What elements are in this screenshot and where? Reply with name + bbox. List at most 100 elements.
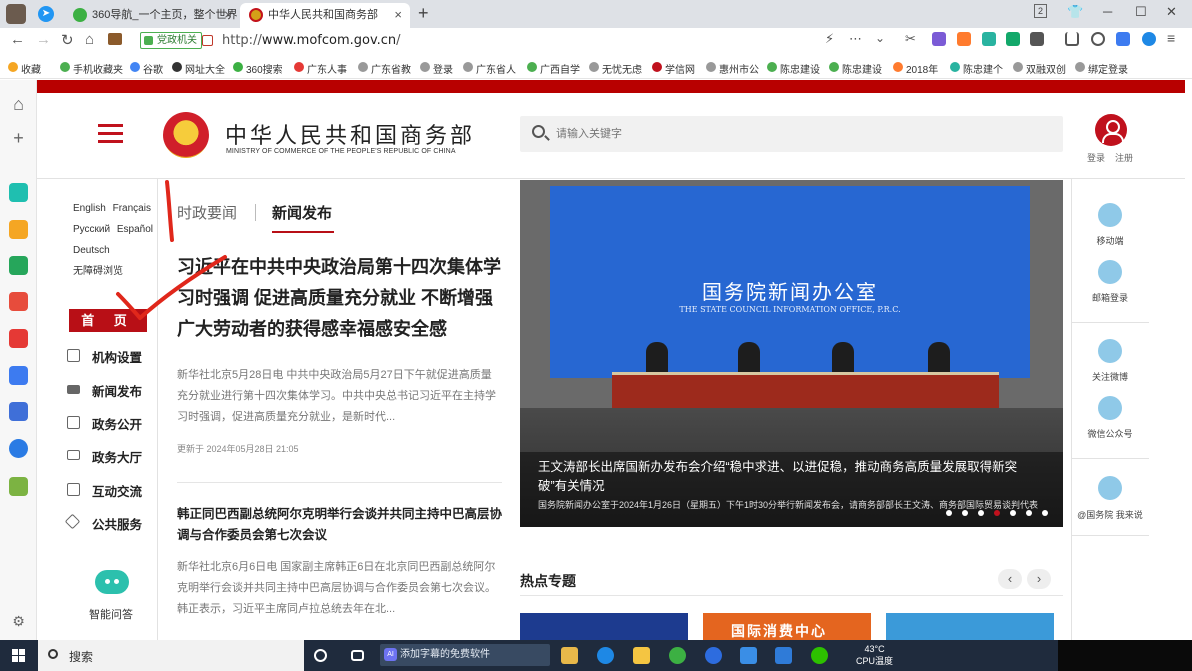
nav-org-structure[interactable]: 机构设置 bbox=[67, 346, 167, 366]
cortana-icon[interactable] bbox=[314, 649, 327, 662]
mail-icon[interactable] bbox=[775, 647, 792, 664]
user-icon[interactable] bbox=[1095, 114, 1127, 146]
bookmark-item[interactable]: 无忧无虑 bbox=[589, 61, 642, 76]
minimize-button[interactable]: ─ bbox=[1103, 4, 1112, 19]
mail-icon[interactable] bbox=[1098, 260, 1122, 284]
news-item-link[interactable]: 韩正同巴西副总统阿尔克明举行会谈并共同主持中巴高层协调与合作委员会第七次会议 bbox=[177, 504, 507, 546]
hamburger-menu-icon[interactable] bbox=[98, 124, 123, 148]
bookmark-item[interactable]: 广西自学 bbox=[527, 61, 580, 76]
tab-close-icon[interactable]: × bbox=[224, 3, 232, 27]
undo-icon[interactable] bbox=[1091, 32, 1105, 46]
nav-press-release[interactable]: 新闻发布 bbox=[67, 380, 167, 400]
ai-assistant-icon[interactable] bbox=[1116, 32, 1130, 46]
pdf-icon[interactable] bbox=[9, 292, 28, 311]
tab-current-affairs[interactable]: 时政要闻 bbox=[177, 202, 237, 223]
forward-icon[interactable]: → bbox=[36, 31, 51, 48]
profile-avatar[interactable] bbox=[6, 4, 26, 24]
reload-icon[interactable]: ↻ bbox=[61, 31, 74, 49]
nav-interaction[interactable]: 互动交流 bbox=[67, 480, 167, 500]
wave-icon[interactable] bbox=[982, 32, 996, 46]
bookmark-item[interactable]: 绑定登录 bbox=[1075, 61, 1128, 76]
settings-gear-icon[interactable]: ⚙ bbox=[9, 612, 28, 631]
bookmark-item[interactable]: 学信网 bbox=[652, 61, 695, 76]
headline-link[interactable]: 习近平在中共中央政治局第十四次集体学习时强调 促进高质量充分就业 不断增强广大劳… bbox=[177, 252, 507, 345]
bookmark-item[interactable]: 谷歌 bbox=[130, 61, 163, 76]
at-icon[interactable] bbox=[1098, 476, 1122, 500]
edge-icon[interactable] bbox=[1142, 32, 1156, 46]
home-icon[interactable]: ⌂ bbox=[9, 95, 28, 114]
carousel-dot[interactable] bbox=[978, 510, 984, 516]
folder-icon[interactable] bbox=[633, 647, 650, 664]
feather-icon[interactable] bbox=[740, 647, 757, 664]
bookmark-item[interactable]: 360搜索 bbox=[233, 61, 283, 76]
wechat-icon[interactable] bbox=[1098, 396, 1122, 420]
ai-qa-label[interactable]: 智能问答 bbox=[89, 606, 133, 622]
app-icon[interactable] bbox=[9, 183, 28, 202]
menu-icon[interactable]: ≡ bbox=[1167, 31, 1181, 46]
bookmark-item[interactable]: 陈忠建个 bbox=[950, 61, 1003, 76]
weibo-icon[interactable] bbox=[1098, 339, 1122, 363]
carousel-dot[interactable] bbox=[994, 510, 1000, 516]
bookmark-item[interactable]: 陈忠建设 bbox=[829, 61, 882, 76]
360-browser-icon[interactable] bbox=[669, 647, 686, 664]
image-icon[interactable] bbox=[9, 256, 28, 275]
nav-public-service[interactable]: 公共服务 bbox=[64, 513, 167, 533]
prev-arrow-icon[interactable]: ‹ bbox=[998, 569, 1022, 589]
wechat-icon[interactable] bbox=[811, 647, 828, 664]
search-icon[interactable] bbox=[532, 125, 545, 138]
state-council-feedback-link[interactable]: @国务院 我来说 bbox=[1077, 508, 1143, 521]
topic-thumbnail[interactable]: 国际消费中心 bbox=[703, 613, 871, 640]
screen-icon[interactable] bbox=[1006, 32, 1020, 46]
hero-caption-title[interactable]: 王文涛部长出席国新办发布会介绍“稳中求进、以进促稳，推动商务高质量发展取得新突破… bbox=[538, 458, 1038, 496]
carousel-dot[interactable] bbox=[962, 510, 968, 516]
mobile-icon[interactable] bbox=[1098, 203, 1122, 227]
search-input[interactable] bbox=[556, 124, 1036, 144]
lang-german[interactable]: Deutsch bbox=[73, 245, 110, 256]
bookmark-item[interactable]: 广东省人 bbox=[463, 61, 516, 76]
insecure-lock-icon[interactable] bbox=[202, 35, 213, 46]
next-arrow-icon[interactable]: › bbox=[1027, 569, 1051, 589]
bookmark-item[interactable]: 登录 bbox=[420, 61, 453, 76]
add-icon[interactable]: + bbox=[9, 129, 28, 148]
tab-count-badge[interactable]: 2 bbox=[1034, 4, 1047, 18]
lang-russian[interactable]: Русский bbox=[73, 224, 110, 235]
security-badge[interactable]: 党政机关 bbox=[140, 32, 202, 49]
bookmark-item[interactable]: 陈忠建设 bbox=[767, 61, 820, 76]
wechat-link[interactable]: 微信公众号 bbox=[1077, 427, 1143, 440]
more-icon[interactable]: ⋯ bbox=[849, 31, 862, 47]
scissors-icon[interactable]: ✂ bbox=[905, 31, 916, 47]
windows-start-icon[interactable] bbox=[12, 649, 25, 662]
mail-login-link[interactable]: 邮箱登录 bbox=[1077, 291, 1143, 304]
tab-close-icon[interactable]: × bbox=[394, 3, 402, 27]
bookmark-item[interactable]: 广东省教 bbox=[358, 61, 411, 76]
chevron-down-icon[interactable]: ⌄ bbox=[875, 31, 885, 45]
edge-icon[interactable] bbox=[597, 647, 614, 664]
carousel-dot[interactable] bbox=[946, 510, 952, 516]
bookmark-item[interactable]: 网址大全 bbox=[172, 61, 225, 76]
bookmark-item[interactable]: 惠州市公 bbox=[706, 61, 759, 76]
carousel-dot[interactable] bbox=[1010, 510, 1016, 516]
bookmark-item[interactable]: 双融双创 bbox=[1013, 61, 1066, 76]
k-app-icon[interactable] bbox=[705, 647, 722, 664]
topic-thumbnail[interactable] bbox=[520, 613, 688, 640]
video-icon[interactable] bbox=[9, 329, 28, 348]
accessibility-link[interactable]: 无障碍浏览 bbox=[73, 266, 123, 277]
close-window-button[interactable]: ✕ bbox=[1166, 4, 1177, 20]
bookmark-item[interactable]: 手机收藏夹 bbox=[60, 61, 123, 76]
carousel-dot[interactable] bbox=[1026, 510, 1032, 516]
site-search-box[interactable] bbox=[520, 116, 1063, 152]
ai-robot-icon[interactable] bbox=[95, 570, 129, 594]
wallet-icon[interactable] bbox=[108, 33, 122, 45]
shirt-icon[interactable]: 👕 bbox=[1067, 4, 1083, 20]
nav-gov-affairs[interactable]: 政务公开 bbox=[67, 413, 167, 433]
lang-english[interactable]: English bbox=[73, 203, 106, 214]
home-nav-button[interactable]: 首 页 bbox=[69, 309, 147, 332]
lightning-icon[interactable]: ⚡ bbox=[825, 31, 834, 47]
scissors-icon[interactable] bbox=[9, 477, 28, 496]
game-icon[interactable] bbox=[957, 32, 971, 46]
home-icon[interactable]: ⌂ bbox=[85, 31, 94, 48]
site-logo-cn[interactable]: 中华人民共和国商务部 bbox=[225, 118, 475, 150]
star-icon[interactable] bbox=[9, 220, 28, 239]
taskbar-search[interactable]: 搜索 bbox=[38, 640, 304, 671]
store-icon[interactable] bbox=[561, 647, 578, 664]
